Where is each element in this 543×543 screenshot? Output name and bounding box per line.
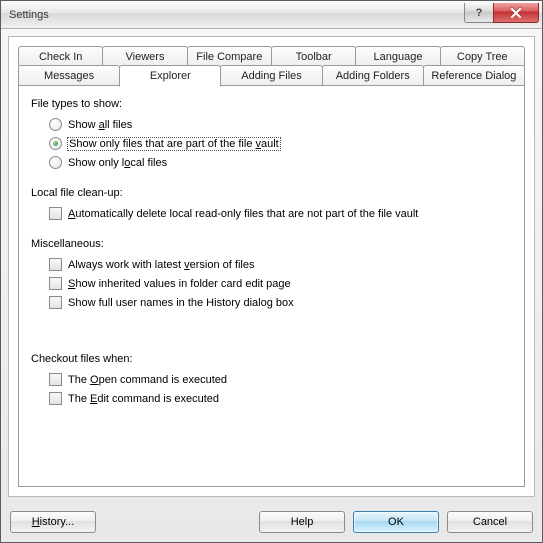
checkbox-checkout-edit[interactable]: The Edit command is executed bbox=[49, 390, 512, 407]
checkbox-icon bbox=[49, 392, 62, 405]
checkbox-label: The Open command is executed bbox=[68, 374, 227, 386]
radio-show-vault-files[interactable]: Show only files that are part of the fil… bbox=[49, 135, 512, 152]
checkbox-checkout-open[interactable]: The Open command is executed bbox=[49, 371, 512, 388]
checkbox-label: The Edit command is executed bbox=[68, 393, 219, 405]
tab-panel-explorer: File types to show: Show all files Show … bbox=[18, 85, 525, 487]
checkbox-label: Automatically delete local read-only fil… bbox=[68, 208, 418, 220]
group-label-checkout: Checkout files when: bbox=[31, 353, 512, 365]
group-label-misc: Miscellaneous: bbox=[31, 238, 512, 250]
radio-icon bbox=[49, 118, 62, 131]
help-button[interactable]: Help bbox=[259, 511, 345, 533]
group-label-cleanup: Local file clean-up: bbox=[31, 187, 512, 199]
tab-toolbar[interactable]: Toolbar bbox=[271, 46, 356, 66]
tab-explorer[interactable]: Explorer bbox=[119, 65, 221, 87]
group-misc: Miscellaneous: Always work with latest v… bbox=[31, 238, 512, 311]
checkbox-icon bbox=[49, 296, 62, 309]
checkbox-latest-version[interactable]: Always work with latest version of files bbox=[49, 256, 512, 273]
checkbox-full-usernames[interactable]: Show full user names in the History dial… bbox=[49, 294, 512, 311]
help-icon: ? bbox=[476, 7, 483, 19]
ok-button[interactable]: OK bbox=[353, 511, 439, 533]
group-checkout: Checkout files when: The Open command is… bbox=[31, 353, 512, 407]
history-button[interactable]: History... bbox=[10, 511, 96, 533]
checkbox-icon bbox=[49, 277, 62, 290]
settings-window: Settings ? Check In Viewers File Compare… bbox=[0, 0, 543, 543]
tab-adding-files[interactable]: Adding Files bbox=[220, 65, 322, 85]
tab-language[interactable]: Language bbox=[355, 46, 440, 66]
button-label: OK bbox=[388, 516, 404, 528]
checkbox-label: Show full user names in the History dial… bbox=[68, 297, 294, 309]
checkbox-icon bbox=[49, 373, 62, 386]
titlebar-help-button[interactable]: ? bbox=[464, 3, 494, 23]
radio-label: Show only local files bbox=[68, 157, 167, 169]
radio-label: Show only files that are part of the fil… bbox=[68, 138, 280, 150]
titlebar: Settings ? bbox=[1, 1, 542, 29]
tab-copy-tree[interactable]: Copy Tree bbox=[440, 46, 525, 66]
radio-show-local-files[interactable]: Show only local files bbox=[49, 154, 512, 171]
checkbox-label: Always work with latest version of files bbox=[68, 259, 254, 271]
button-label: History... bbox=[32, 516, 75, 528]
window-title: Settings bbox=[9, 9, 464, 21]
close-icon bbox=[510, 8, 522, 18]
radio-icon bbox=[49, 156, 62, 169]
button-label: Help bbox=[291, 516, 314, 528]
dialog-footer: History... Help OK Cancel bbox=[1, 504, 542, 542]
button-label: Cancel bbox=[473, 516, 507, 528]
tab-messages[interactable]: Messages bbox=[18, 65, 120, 85]
checkbox-auto-delete[interactable]: Automatically delete local read-only fil… bbox=[49, 205, 512, 222]
titlebar-close-button[interactable] bbox=[493, 3, 539, 23]
checkbox-label: Show inherited values in folder card edi… bbox=[68, 278, 291, 290]
radio-icon bbox=[49, 137, 62, 150]
tab-reference-dialog[interactable]: Reference Dialog bbox=[423, 65, 525, 85]
group-file-types: File types to show: Show all files Show … bbox=[31, 98, 512, 171]
checkbox-inherited-values[interactable]: Show inherited values in folder card edi… bbox=[49, 275, 512, 292]
tab-adding-folders[interactable]: Adding Folders bbox=[322, 65, 424, 85]
tab-check-in[interactable]: Check In bbox=[18, 46, 103, 66]
tab-viewers[interactable]: Viewers bbox=[102, 46, 187, 66]
checkbox-icon bbox=[49, 207, 62, 220]
checkbox-icon bbox=[49, 258, 62, 271]
cancel-button[interactable]: Cancel bbox=[447, 511, 533, 533]
tabstrip: Check In Viewers File Compare Toolbar La… bbox=[18, 46, 525, 86]
dialog-body: Check In Viewers File Compare Toolbar La… bbox=[8, 36, 535, 497]
radio-label: Show all files bbox=[68, 119, 132, 131]
group-cleanup: Local file clean-up: Automatically delet… bbox=[31, 187, 512, 222]
group-label-file-types: File types to show: bbox=[31, 98, 512, 110]
radio-show-all-files[interactable]: Show all files bbox=[49, 116, 512, 133]
tab-file-compare[interactable]: File Compare bbox=[187, 46, 272, 66]
